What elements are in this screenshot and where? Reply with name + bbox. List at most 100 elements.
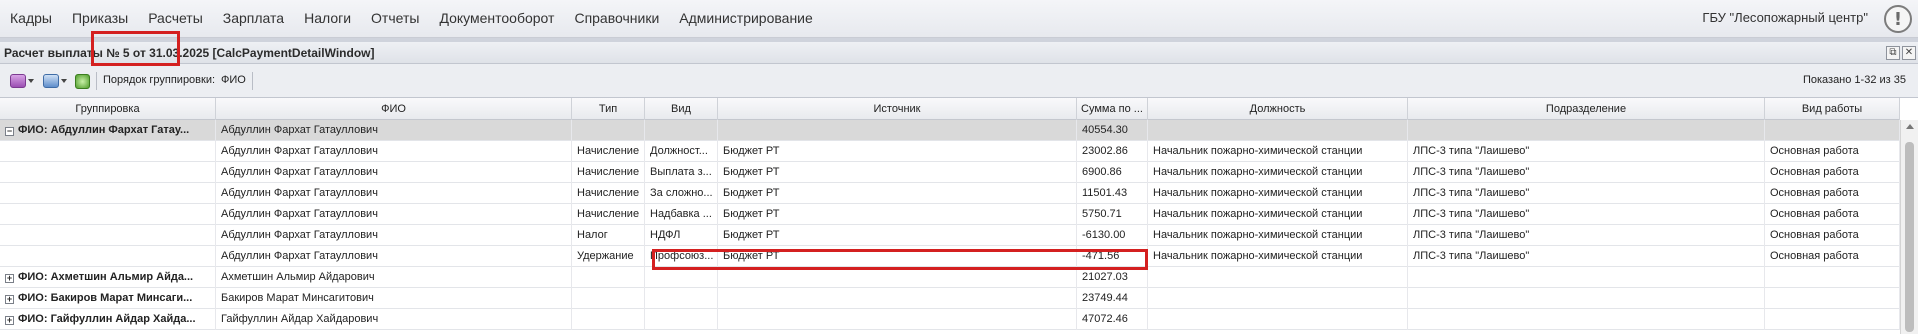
cell-fio: Абдуллин Фархат Гатауллович (216, 183, 572, 204)
cell-department (1408, 267, 1765, 288)
cell-text: 23002.86 (1082, 145, 1128, 157)
restore-icon: ⧉ (1889, 47, 1897, 58)
nav-item-staff[interactable]: Кадры (0, 0, 62, 38)
close-icon: ✕ (1904, 47, 1914, 58)
cell-fio: Абдуллин Фархат Гатауллович (216, 204, 572, 225)
cell-source: Бюджет РТ (718, 246, 1077, 267)
nav-item-documents[interactable]: Документооборот (429, 0, 564, 38)
scrollbar-thumb[interactable] (1905, 142, 1914, 332)
group-order-value[interactable]: ФИО (221, 74, 246, 86)
cell-kind (645, 288, 718, 309)
vertical-scrollbar[interactable] (1900, 120, 1918, 334)
column-header-fio[interactable]: ФИО (216, 98, 572, 120)
cell-text: Основная работа (1770, 229, 1859, 241)
help-icon-glyph: ! (1893, 8, 1903, 30)
cell-department (1408, 288, 1765, 309)
cell-sum: 40554.30 (1077, 120, 1148, 141)
cell-position (1148, 309, 1408, 330)
column-header-position[interactable]: Должность (1148, 98, 1408, 120)
expand-icon[interactable]: + (5, 274, 14, 283)
cell-fio: Абдуллин Фархат Гатауллович (216, 141, 572, 162)
group-row[interactable]: + ФИО: Бакиров Марат Минсаги... Бакиров Ма… (0, 288, 1900, 309)
cell-department: ЛПС-3 типа "Лаишево" (1408, 162, 1765, 183)
cell-text: -6130.00 (1082, 229, 1126, 241)
cell-grouping (0, 225, 216, 246)
cell-text: Начальник пожарно-химической станции (1153, 208, 1363, 220)
cell-text: Начисление (577, 208, 640, 220)
nav-item-taxes[interactable]: Налоги (294, 0, 361, 38)
organization-name[interactable]: ГБУ "Лесопожарный центр" (1702, 0, 1868, 38)
nav-item-salary[interactable]: Зарплата (213, 0, 294, 38)
cell-text: Бюджет РТ (723, 208, 780, 220)
cell-type: Удержание (572, 246, 645, 267)
cell-text: 23749.44 (1082, 292, 1128, 304)
nav-item-calculations[interactable]: Расчеты (138, 0, 213, 38)
group-row[interactable]: + ФИО: Гайфуллин Айдар Хайда... Гайфуллин … (0, 309, 1900, 330)
close-window-button[interactable]: ✕ (1902, 46, 1916, 60)
nav-item-references[interactable]: Справочники (564, 0, 669, 38)
cell-text: Основная работа (1770, 145, 1859, 157)
column-header-sum[interactable]: Сумма по ... (1077, 98, 1148, 120)
refresh-button[interactable] (75, 73, 90, 89)
nav-item-reports[interactable]: Отчеты (361, 0, 429, 38)
column-header-kind[interactable]: Вид (645, 98, 718, 120)
cell-source (718, 120, 1077, 141)
scroll-up-icon[interactable] (1906, 124, 1914, 129)
cell-text: -471.56 (1082, 250, 1120, 262)
paging-info: Показано 1-32 из 35 (1802, 74, 1906, 86)
nav-item-orders[interactable]: Приказы (62, 0, 138, 38)
group-row[interactable]: + ФИО: Ахметшин Альмир Айда... Ахметшин Ал… (0, 267, 1900, 288)
cell-grouping: + ФИО: Ахметшин Альмир Айда... (0, 267, 216, 288)
window-title: Расчет выплаты № 5 от 31.03.2025 [CalcPa… (4, 46, 375, 60)
cell-kind (645, 309, 718, 330)
top-menu-bar: Кадры Приказы Расчеты Зарплата Налоги От… (0, 0, 1918, 38)
column-header-department[interactable]: Подразделение (1408, 98, 1765, 120)
cell-source: Бюджет РТ (718, 225, 1077, 246)
cell-text: Абдуллин Фархат Гатауллович (221, 208, 378, 220)
cell-text: Основная работа (1770, 250, 1859, 262)
cell-text: Начальник пожарно-химической станции (1153, 187, 1363, 199)
table-row[interactable]: Абдуллин Фархат Гатауллович Начисление Дол… (0, 141, 1900, 162)
column-header-type[interactable]: Тип (572, 98, 645, 120)
cell-text: Бюджет РТ (723, 229, 780, 241)
grouping-menu-button[interactable] (10, 73, 34, 89)
table-row[interactable]: Абдуллин Фархат Гатауллович Начисление Вып… (0, 162, 1900, 183)
chevron-down-icon (61, 79, 67, 83)
cell-text: Ахметшин Альмир Айдарович (221, 271, 375, 283)
cell-kind: Выплата з... (645, 162, 718, 183)
cell-text: Абдуллин Фархат Гатауллович (221, 124, 378, 136)
column-header-grouping[interactable]: Группировка (0, 98, 216, 120)
collapse-icon[interactable]: − (5, 127, 14, 136)
cell-kind (645, 267, 718, 288)
nav-item-administration[interactable]: Администрирование (669, 0, 823, 38)
table-row[interactable]: Абдуллин Фархат Гатауллович Начисление За … (0, 183, 1900, 204)
cell-sum: -471.56 (1077, 246, 1148, 267)
cell-text: ЛПС-3 типа "Лаишево" (1413, 166, 1530, 178)
expand-icon[interactable]: + (5, 295, 14, 304)
columns-menu-button[interactable] (43, 73, 67, 89)
table-row[interactable]: Абдуллин Фархат Гатауллович Налог НДФЛ Бюдж… (0, 225, 1900, 246)
cell-fio: Ахметшин Альмир Айдарович (216, 267, 572, 288)
cell-text: ФИО: Гайфуллин Айдар Хайда... (18, 313, 196, 325)
cell-position (1148, 120, 1408, 141)
group-row[interactable]: − ФИО: Абдуллин Фархат Гатау... Абдуллин Ф… (0, 120, 1900, 141)
restore-window-button[interactable]: ⧉ (1886, 46, 1900, 60)
cell-text: Гайфуллин Айдар Хайдарович (221, 313, 379, 325)
table-row[interactable]: Абдуллин Фархат Гатауллович Начисление Над… (0, 204, 1900, 225)
cell-text: Бюджет РТ (723, 145, 780, 157)
expand-icon[interactable]: + (5, 316, 14, 325)
grid-header: Группировка ФИО Тип Вид Источник Сумма п… (0, 98, 1900, 120)
cell-position (1148, 267, 1408, 288)
help-icon[interactable]: ! (1884, 5, 1912, 33)
cell-kind (645, 120, 718, 141)
cell-work-type (1765, 267, 1900, 288)
cell-kind: Надбавка ... (645, 204, 718, 225)
cell-text: Абдуллин Фархат Гатауллович (221, 250, 378, 262)
cell-text: Бюджет РТ (723, 250, 780, 262)
cell-text: Бюджет РТ (723, 187, 780, 199)
cell-text: ФИО: Ахметшин Альмир Айда... (18, 271, 194, 283)
column-header-source[interactable]: Источник (718, 98, 1077, 120)
cell-text: ЛПС-3 типа "Лаишево" (1413, 208, 1530, 220)
column-header-work-type[interactable]: Вид работы (1765, 98, 1900, 120)
table-row[interactable]: Абдуллин Фархат Гатауллович Удержание Проф… (0, 246, 1900, 267)
